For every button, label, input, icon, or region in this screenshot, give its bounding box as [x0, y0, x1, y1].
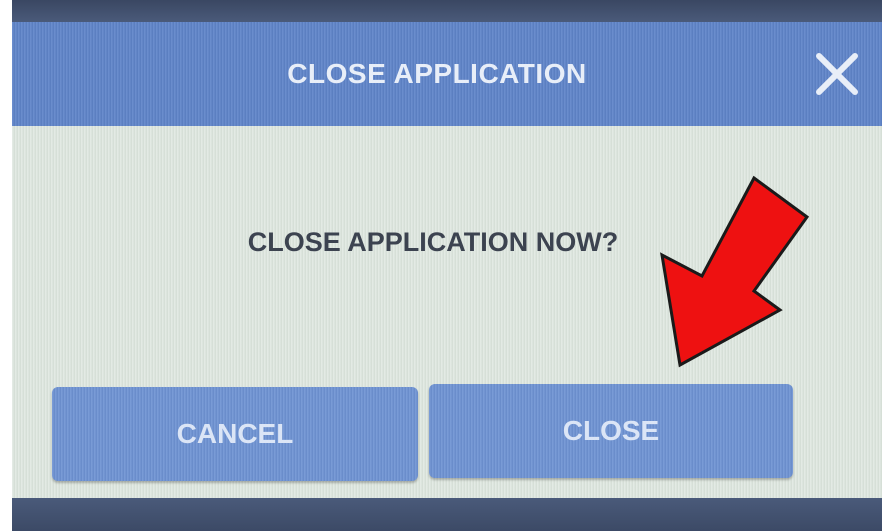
close-icon[interactable]: [807, 44, 867, 104]
screen-bottom-edge: [12, 498, 882, 531]
confirmation-message: CLOSE APPLICATION NOW?: [247, 227, 619, 257]
cancel-button[interactable]: CANCEL: [52, 387, 418, 481]
photo-frame: CLOSE APPLICATION CLOSE APPLICATION NOW?…: [0, 0, 882, 531]
dialog-title: CLOSE APPLICATION: [287, 58, 587, 89]
dialog-header: CLOSE APPLICATION: [12, 22, 882, 126]
close-application-dialog: CLOSE APPLICATION CLOSE APPLICATION NOW?…: [12, 22, 882, 498]
close-button[interactable]: CLOSE: [429, 384, 793, 478]
screen-top-edge: [12, 0, 882, 22]
